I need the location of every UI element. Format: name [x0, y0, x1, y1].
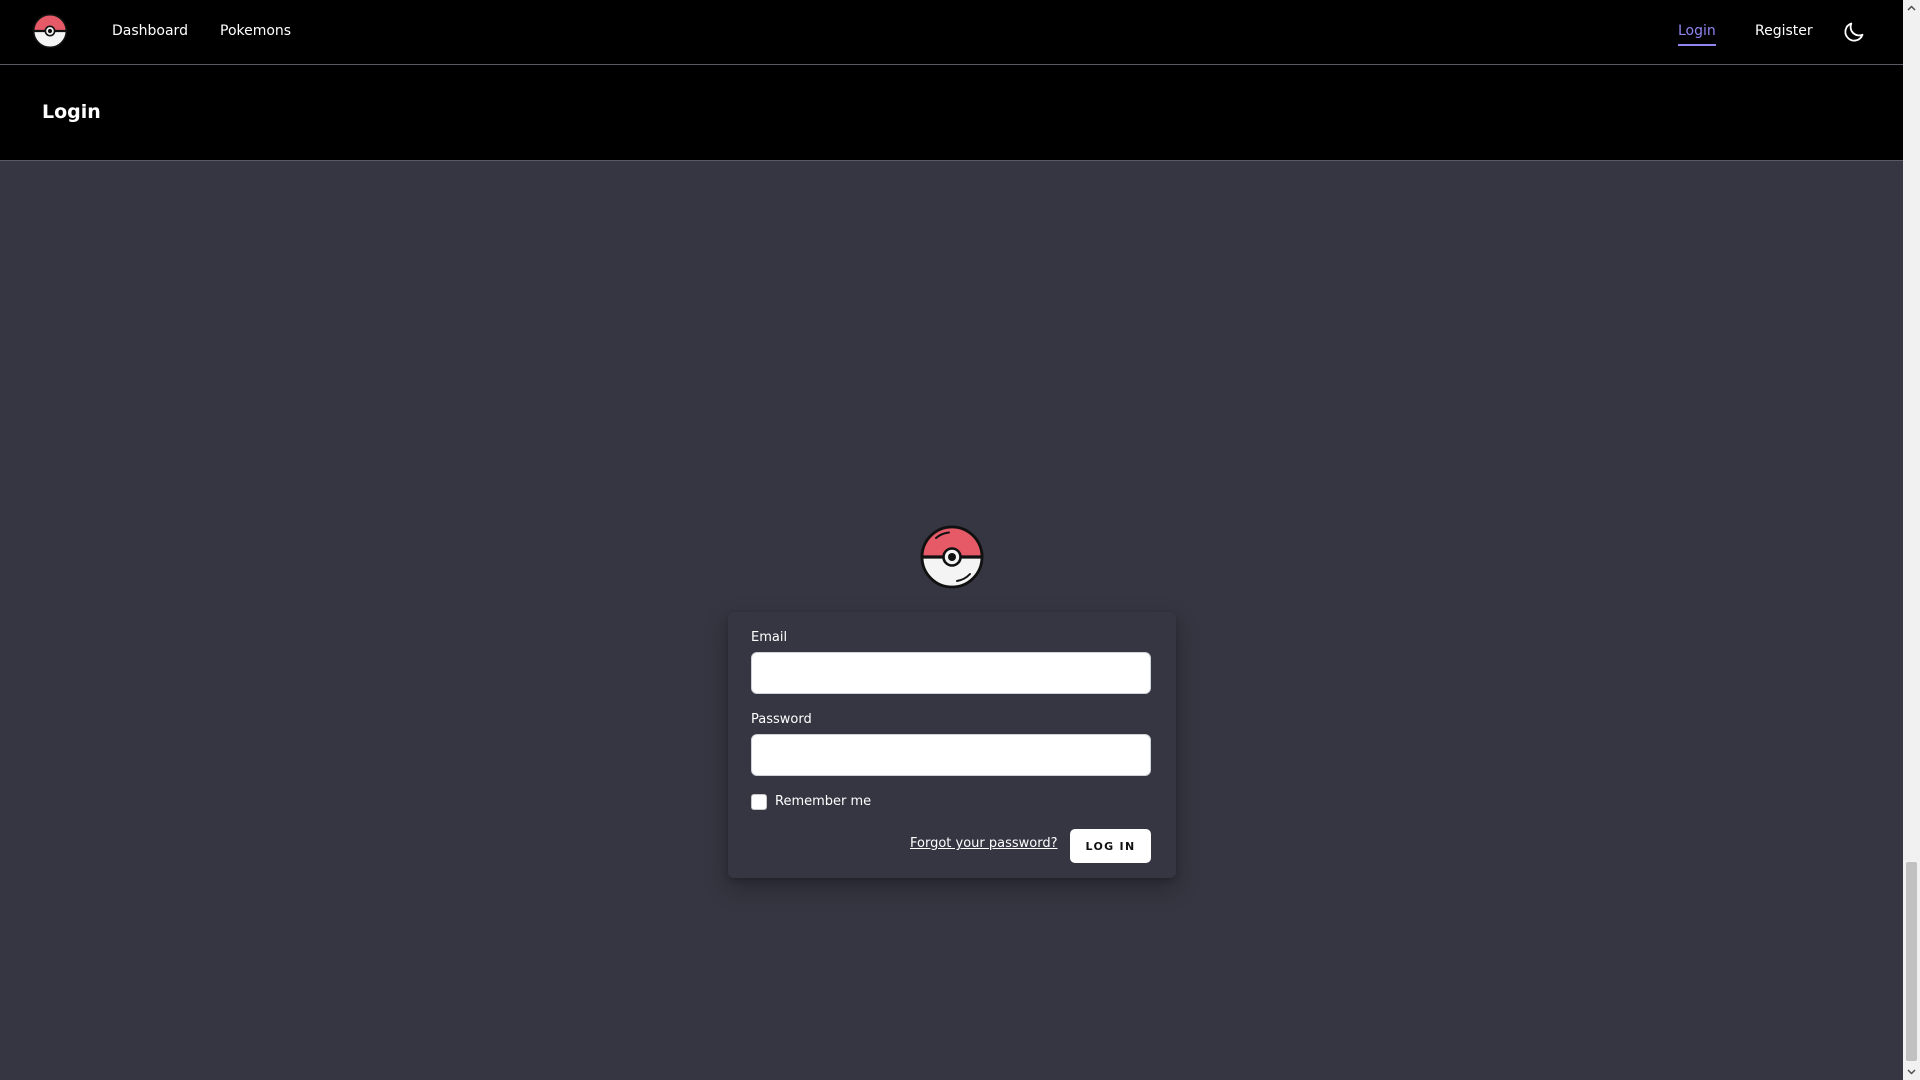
page-title: Login: [42, 101, 101, 123]
scrollbar-thumb[interactable]: [1906, 862, 1917, 1061]
page-viewport: Dashboard Pokemons Login Register Login: [0, 0, 1903, 1080]
pokeball-icon: [920, 525, 984, 589]
page-header: Login: [0, 65, 1903, 161]
chevron-up-icon[interactable]: [1906, 3, 1917, 14]
email-field[interactable]: [751, 652, 1151, 694]
nav-dashboard-link[interactable]: Dashboard: [112, 22, 188, 44]
password-label: Password: [751, 712, 812, 727]
forgot-password-link[interactable]: Forgot your password?: [910, 836, 1058, 852]
nav-pokemons-link[interactable]: Pokemons: [220, 22, 291, 44]
top-navbar: Dashboard Pokemons Login Register: [0, 0, 1903, 65]
nav-login-link[interactable]: Login: [1678, 22, 1716, 46]
login-logo: [919, 524, 985, 590]
password-field[interactable]: [751, 734, 1151, 776]
pokeball-icon: [32, 13, 68, 49]
app-window: Dashboard Pokemons Login Register Login: [0, 0, 1920, 1080]
nav-register-link[interactable]: Register: [1755, 22, 1813, 44]
login-button[interactable]: LOG IN: [1070, 829, 1151, 863]
theme-toggle-button[interactable]: [1842, 20, 1866, 44]
moon-icon: [1844, 22, 1864, 42]
remember-me-checkbox[interactable]: [751, 794, 767, 810]
email-label: Email: [751, 630, 788, 645]
remember-me-label[interactable]: Remember me: [775, 793, 871, 811]
home-logo-link[interactable]: [32, 13, 68, 49]
login-form-card: Email Password Remember me Forgot your p…: [728, 612, 1176, 878]
chevron-down-icon[interactable]: [1906, 1066, 1917, 1077]
vertical-scrollbar[interactable]: [1903, 0, 1920, 1080]
